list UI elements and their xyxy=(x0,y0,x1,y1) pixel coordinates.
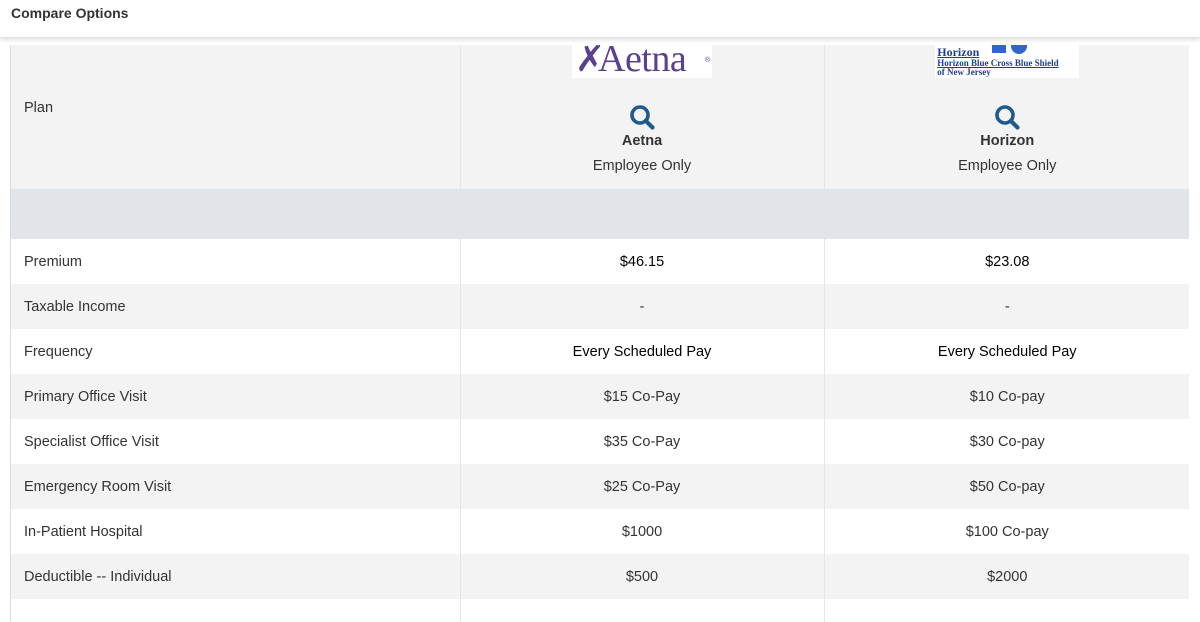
row-value: $30 Co-pay xyxy=(824,419,1189,464)
row-value: $2000 xyxy=(824,554,1189,599)
compare-table: Plan ✗ Aetna ® Aetna Employee Only Horiz… xyxy=(11,45,1189,622)
row-value: Every Scheduled Pay xyxy=(460,329,825,374)
row-label: Primary Office Visit xyxy=(11,374,461,419)
table-row-partial xyxy=(11,599,1189,622)
table-row: Frequency Every Scheduled Pay Every Sche… xyxy=(11,329,1189,374)
table-row: Specialist Office Visit $35 Co-Pay $30 C… xyxy=(11,419,1189,464)
registered-mark: ® xyxy=(704,57,710,64)
plan-row-label: Plan xyxy=(11,45,461,189)
compare-table-container[interactable]: Plan ✗ Aetna ® Aetna Employee Only Horiz… xyxy=(10,45,1189,622)
search-icon[interactable] xyxy=(994,104,1020,130)
row-value: $500 xyxy=(460,554,825,599)
row-label: Taxable Income xyxy=(11,284,461,329)
blue-shield-icon xyxy=(1011,45,1028,54)
section-band xyxy=(11,189,1189,239)
row-value: $50 Co-pay xyxy=(824,464,1189,509)
table-row: Emergency Room Visit $25 Co-Pay $50 Co-p… xyxy=(11,464,1189,509)
horizon-logo-line2: of New Jersey xyxy=(937,67,991,77)
row-value: $1000 xyxy=(460,509,825,554)
row-value: Every Scheduled Pay xyxy=(824,329,1189,374)
row-value: $15 Co-Pay xyxy=(460,374,825,419)
plan-coverage: Employee Only xyxy=(592,158,692,174)
plan-name: Horizon xyxy=(980,133,1035,149)
plan-column-horizon: Horizon Horizon Blue Cross Blue Shield o… xyxy=(824,45,1189,189)
plan-name: Aetna xyxy=(621,133,663,149)
row-label: In-Patient Hospital xyxy=(11,509,461,554)
table-row: Primary Office Visit $15 Co-Pay $10 Co-p… xyxy=(11,374,1189,419)
table-row: Taxable Income - - xyxy=(11,284,1189,329)
aetna-logo: ✗ Aetna ® xyxy=(572,45,712,78)
row-label: Premium xyxy=(11,239,461,284)
plan-coverage: Employee Only xyxy=(958,158,1057,174)
row-value: $25 Co-Pay xyxy=(460,464,825,509)
table-row: Premium $46.15 $23.08 xyxy=(11,239,1189,284)
row-label: Emergency Room Visit xyxy=(11,464,461,509)
row-value: $23.08 xyxy=(824,239,1189,284)
horizon-logo: Horizon Horizon Blue Cross Blue Shield o… xyxy=(935,45,1080,78)
row-value: - xyxy=(824,284,1189,329)
page-title: Compare Options xyxy=(11,5,129,21)
aetna-logo-text: Aetna xyxy=(598,45,687,78)
row-label: Deductible -- Individual xyxy=(11,554,461,599)
compare-options-header: Compare Options xyxy=(0,0,1200,38)
row-value: - xyxy=(460,284,825,329)
search-icon[interactable] xyxy=(629,104,655,130)
row-label: Specialist Office Visit xyxy=(11,419,461,464)
plan-column-aetna: ✗ Aetna ® Aetna Employee Only xyxy=(460,45,825,189)
table-row: In-Patient Hospital $1000 $100 Co-pay xyxy=(11,509,1189,554)
row-label: Frequency xyxy=(11,329,461,374)
row-value: $10 Co-pay xyxy=(824,374,1189,419)
plan-row: Plan ✗ Aetna ® Aetna Employee Only Horiz… xyxy=(11,45,1189,189)
blue-cross-icon xyxy=(992,45,1007,53)
table-row: Deductible -- Individual $500 $2000 xyxy=(11,554,1189,599)
row-value: $100 Co-pay xyxy=(824,509,1189,554)
row-value: $46.15 xyxy=(460,239,825,284)
row-value: $35 Co-Pay xyxy=(460,419,825,464)
